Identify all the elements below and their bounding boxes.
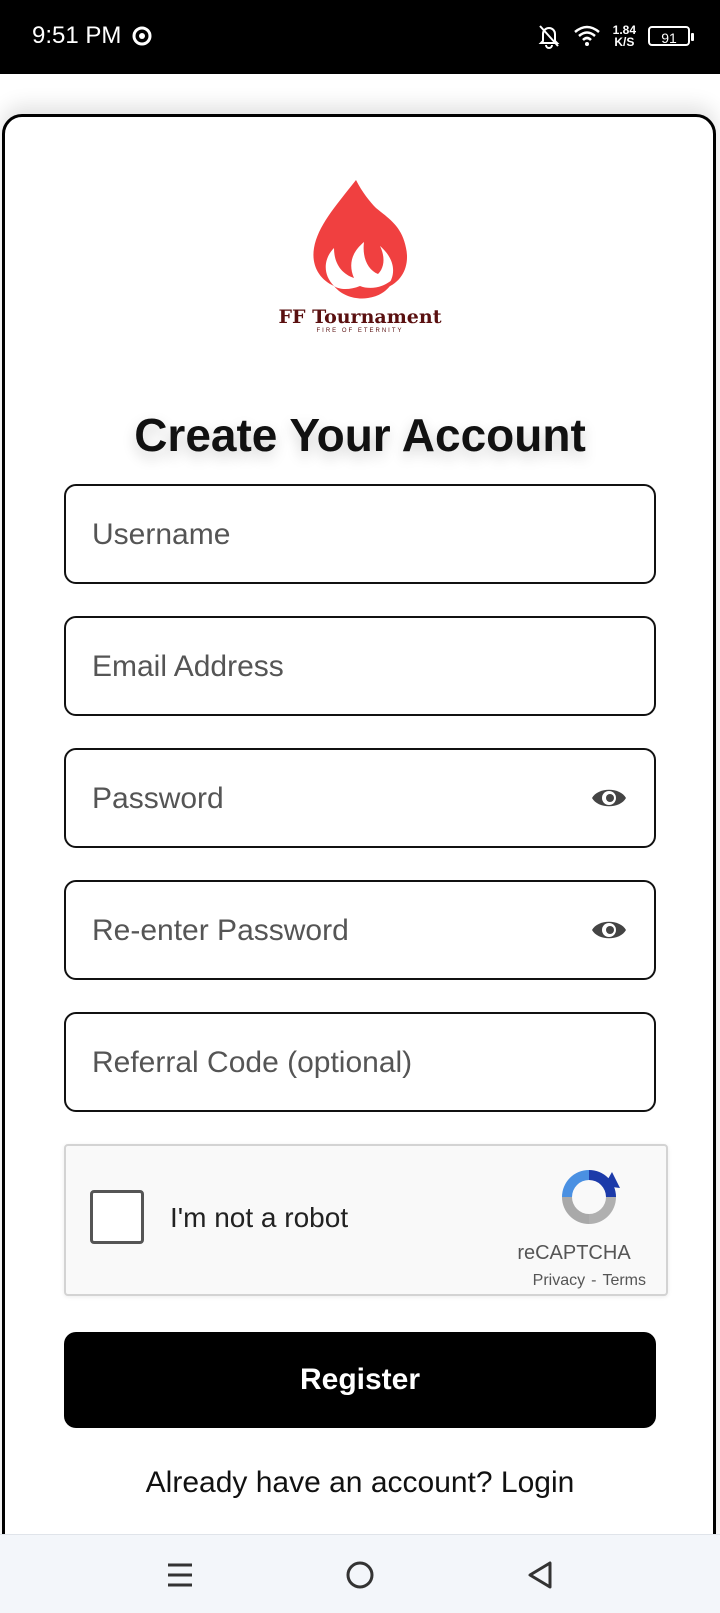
password-input[interactable]: [90, 750, 574, 848]
recaptcha-links: Privacy - Terms: [533, 1272, 646, 1290]
email-field: [64, 616, 656, 716]
recaptcha-terms-link[interactable]: Terms: [602, 1272, 646, 1290]
system-nav-bar: [0, 1534, 720, 1613]
confirm-password-field: [64, 880, 656, 980]
referral-input[interactable]: [90, 1014, 574, 1112]
brand-tagline: FIRE OF ETERNITY: [316, 328, 404, 334]
status-bar: 9:51 PM 1.84 K/S 91: [0, 0, 720, 74]
login-prompt-line: Already have an account? Login: [0, 1466, 720, 1500]
status-icons: 1.84 K/S 91: [537, 20, 694, 52]
home-icon[interactable]: [340, 1555, 380, 1595]
register-button[interactable]: Register: [64, 1332, 656, 1428]
confirm-password-input[interactable]: [90, 882, 574, 980]
login-prompt: Already have an account?: [145, 1466, 493, 1499]
network-speed: 1.84 K/S: [613, 24, 636, 48]
wifi-icon: [573, 25, 600, 46]
brand-name: FF Tournament: [278, 306, 442, 328]
battery-icon: 91: [648, 26, 694, 46]
username-input[interactable]: [90, 486, 574, 584]
recaptcha-checkbox[interactable]: [90, 1190, 144, 1244]
recaptcha-privacy-link[interactable]: Privacy: [533, 1272, 585, 1290]
recaptcha-label: I'm not a robot: [170, 1202, 349, 1233]
recaptcha-brand: reCAPTCHA: [517, 1242, 631, 1264]
eye-icon[interactable]: [590, 914, 628, 946]
recaptcha-widget: I'm not a robot reCAPTCHA Privacy - Term…: [64, 1144, 668, 1296]
page-title: Create Your Account: [134, 409, 586, 461]
speed-unit: K/S: [614, 35, 635, 49]
password-field: [64, 748, 656, 848]
recaptcha-separator: -: [591, 1272, 597, 1289]
status-time: 9:51 PM: [32, 22, 122, 49]
bell-off-icon: [538, 25, 560, 49]
eye-icon[interactable]: [590, 782, 628, 814]
back-icon[interactable]: [520, 1555, 560, 1595]
username-field: [64, 484, 656, 584]
login-link[interactable]: Login: [501, 1466, 574, 1499]
chrome-icon: [132, 26, 152, 46]
email-input[interactable]: [90, 618, 574, 716]
recaptcha-logo-icon: [562, 1170, 620, 1224]
menu-icon[interactable]: [160, 1555, 200, 1595]
referral-field: [64, 1012, 656, 1112]
battery-level: 91: [661, 30, 677, 46]
